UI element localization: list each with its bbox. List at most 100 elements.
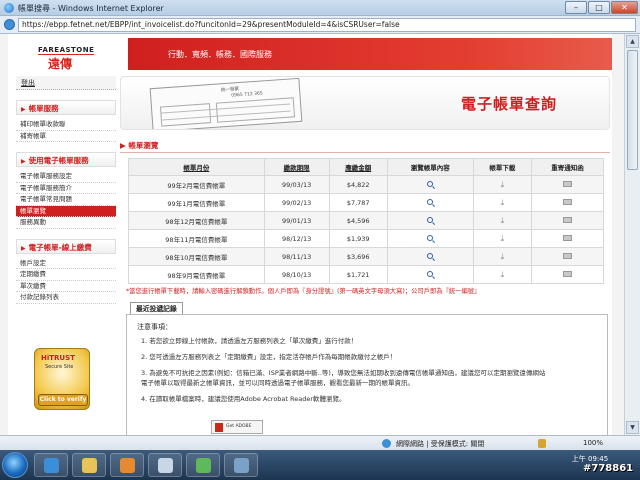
table-row: 98年9月電信費帳單 98/10/13 $1,721 ⤓ xyxy=(128,265,605,284)
get-adobe-reader-button[interactable]: Get ADOBE READER xyxy=(211,420,263,434)
cell-due-date: 98/11/13 xyxy=(263,247,330,266)
download-bill-button[interactable]: ⤓ xyxy=(472,265,532,284)
sidebar-item-single-payment[interactable]: 單次繳費 xyxy=(16,281,116,292)
table-row: 99年1月電信費帳單 99/02/13 $7,787 ⤓ xyxy=(128,193,605,212)
download-bill-button[interactable]: ⤓ xyxy=(472,229,532,248)
sidebar-item-payment-records[interactable]: 付款記錄列表 xyxy=(16,292,116,304)
cell-month: 98年10月電信費帳單 xyxy=(128,247,265,266)
view-bill-button[interactable] xyxy=(386,265,474,284)
notice-item: 2. 您可透過左方服務列表之「定期繳費」設定，指定活存帳戶作為每期帳款繳付之帳戶… xyxy=(141,353,397,361)
resend-notice-button[interactable] xyxy=(530,265,605,284)
taskbar-window[interactable] xyxy=(224,453,258,477)
resend-notice-button[interactable] xyxy=(530,211,605,230)
web-page: FAREASTONE 遠傳 行動．寬頻．帳務．國際服務 登出 ▶ 帳單服務 補印帳… xyxy=(8,34,612,435)
triangle-icon: ▶ xyxy=(21,244,26,252)
sidebar-item-scheduled-payment[interactable]: 定期繳費 xyxy=(16,269,116,281)
ie-icon xyxy=(44,458,59,473)
section-title: ▶ 帳單瀏覽 xyxy=(120,141,159,150)
sidebar-item-reprint-receipt[interactable]: 補印帳單收款聯 xyxy=(16,119,116,131)
cell-month: 98年11月電信費帳單 xyxy=(128,229,265,248)
taskbar-media[interactable] xyxy=(110,453,144,477)
scroll-up-arrow-icon[interactable]: ▲ xyxy=(626,35,639,48)
download-icon: ⤓ xyxy=(500,269,505,279)
security-zone-text[interactable]: 網際網路 | 受保護模式: 關閉 xyxy=(396,439,484,449)
taskbar-explorer[interactable] xyxy=(72,453,106,477)
resend-notice-button[interactable] xyxy=(530,175,605,194)
view-bill-button[interactable] xyxy=(386,247,474,266)
magnifier-icon xyxy=(427,180,434,187)
sidebar-item-ebill-faq[interactable]: 電子帳單常見問題 xyxy=(16,194,116,206)
password-note: *當您進行帳單下載時，請輸入密碼進行解鎖動作。個人戶即為『身分證號』(第一碼英文… xyxy=(126,288,481,295)
taskbar-app[interactable] xyxy=(148,453,182,477)
page-banner: 統一發票 0965 712 365 電子帳單查詢 xyxy=(120,76,610,130)
window-title: 帳單搜尋 - Windows Internet Explorer xyxy=(18,4,164,13)
download-icon: ⤓ xyxy=(500,215,505,225)
notice-title: 注意事項： xyxy=(137,323,172,331)
scroll-thumb[interactable] xyxy=(627,50,638,170)
view-bill-button[interactable] xyxy=(386,211,474,230)
mail-icon xyxy=(562,198,572,205)
col-header-amount[interactable]: 應繳金額 xyxy=(328,158,388,176)
view-bill-button[interactable] xyxy=(386,229,474,248)
download-bill-button[interactable]: ⤓ xyxy=(472,175,532,194)
sidebar-group-online-payment[interactable]: ▶ 電子帳單-線上繳費 xyxy=(16,238,116,254)
sidebar-item-service-change[interactable]: 服務異動 xyxy=(16,217,116,229)
watermark-text: #778861 xyxy=(583,463,634,474)
maximize-button[interactable]: □ xyxy=(588,1,610,14)
cell-month: 98年12月電信費帳單 xyxy=(128,211,265,230)
scroll-down-arrow-icon[interactable]: ▼ xyxy=(626,421,639,434)
sidebar: 登出 ▶ 帳單服務 補印帳單收款聯 補寄帳單 ▶ 使用電子帳單服務 電子帳單服務設定… xyxy=(16,76,116,304)
logout-link[interactable]: 登出 xyxy=(16,76,116,90)
download-bill-button[interactable]: ⤓ xyxy=(472,247,532,266)
view-bill-button[interactable] xyxy=(386,175,474,194)
sidebar-group-ebill-service[interactable]: ▶ 使用電子帳單服務 xyxy=(16,152,116,167)
lock-icon xyxy=(538,439,546,448)
cell-due-date: 99/02/13 xyxy=(263,193,330,212)
download-bill-button[interactable]: ⤓ xyxy=(472,211,532,230)
resend-notice-button[interactable] xyxy=(530,229,605,248)
start-button[interactable] xyxy=(2,452,28,478)
nav-banner: 行動．寬頻．帳務．國際服務 xyxy=(128,38,612,70)
section-title-text: 帳單瀏覽 xyxy=(128,141,159,150)
minimize-button[interactable]: – xyxy=(565,1,587,14)
sidebar-item-resend-bill[interactable]: 補寄帳單 xyxy=(16,131,116,142)
click-to-verify-button[interactable]: Click to verify xyxy=(38,394,88,406)
url-field[interactable]: https://ebpp.fetnet.net/EBPP/int_invoice… xyxy=(18,18,636,32)
app-icon xyxy=(158,458,173,473)
sidebar-item-account-settings[interactable]: 帳戶設定 xyxy=(16,258,116,269)
notice-item: 電子帳單以取得最新之帳單資訊，並可以同時透過電子帳單服務，觀看您最新一期的帳單資… xyxy=(141,379,414,387)
sidebar-item-ebill-intro[interactable]: 電子帳單服務簡介 xyxy=(16,183,116,194)
window-icon xyxy=(234,458,249,473)
bills-table-body: 99年2月電信費帳單 99/03/13 $4,822 ⤓ 99年1月電信費帳單 99/02… xyxy=(128,175,605,284)
mail-icon xyxy=(562,216,572,223)
main-nav[interactable]: 行動．寬頻．帳務．國際服務 xyxy=(168,49,272,60)
resend-notice-button[interactable] xyxy=(530,193,605,212)
cell-due-date: 99/03/13 xyxy=(263,175,330,194)
sidebar-item-bill-browse[interactable]: 帳單瀏覽 xyxy=(16,205,116,217)
page-icon xyxy=(4,19,15,30)
fareastone-logo[interactable]: FAREASTONE 遠傳 xyxy=(16,38,128,71)
sidebar-group-billing-service[interactable]: ▶ 帳單服務 xyxy=(16,100,116,115)
close-button[interactable]: ✕ xyxy=(611,1,638,14)
vertical-scrollbar[interactable]: ▲ ▼ xyxy=(624,34,640,435)
taskbar-messenger[interactable] xyxy=(186,453,220,477)
view-bill-button[interactable] xyxy=(386,193,474,212)
taskbar-ie[interactable] xyxy=(34,453,68,477)
cell-amount: $1,721 xyxy=(328,265,388,284)
cell-due-date: 98/12/13 xyxy=(263,229,330,248)
col-header-due-date[interactable]: 繳款期限 xyxy=(263,158,330,176)
notice-item: 4. 在讀取帳單檔案時，建議您使用Adobe Acrobat Reader軟體瀏… xyxy=(141,395,346,403)
cell-month: 98年9月電信費帳單 xyxy=(128,265,265,284)
col-header-month[interactable]: 帳單月份 xyxy=(128,158,265,176)
cell-month: 99年2月電信費帳單 xyxy=(128,175,265,194)
invoice-box xyxy=(159,103,212,127)
logo-chinese: 遠傳 xyxy=(48,57,73,71)
sidebar-item-ebill-settings[interactable]: 電子帳單服務設定 xyxy=(16,171,116,183)
mail-icon xyxy=(562,252,572,259)
download-bill-button[interactable]: ⤓ xyxy=(472,193,532,212)
zoom-level[interactable]: 100% xyxy=(583,439,603,447)
cell-month: 99年1月電信費帳單 xyxy=(128,193,265,212)
mail-icon xyxy=(562,234,572,241)
resend-notice-button[interactable] xyxy=(530,247,605,266)
hitrust-seal[interactable]: HiTRUST Secure Site Click to verify xyxy=(34,348,90,410)
